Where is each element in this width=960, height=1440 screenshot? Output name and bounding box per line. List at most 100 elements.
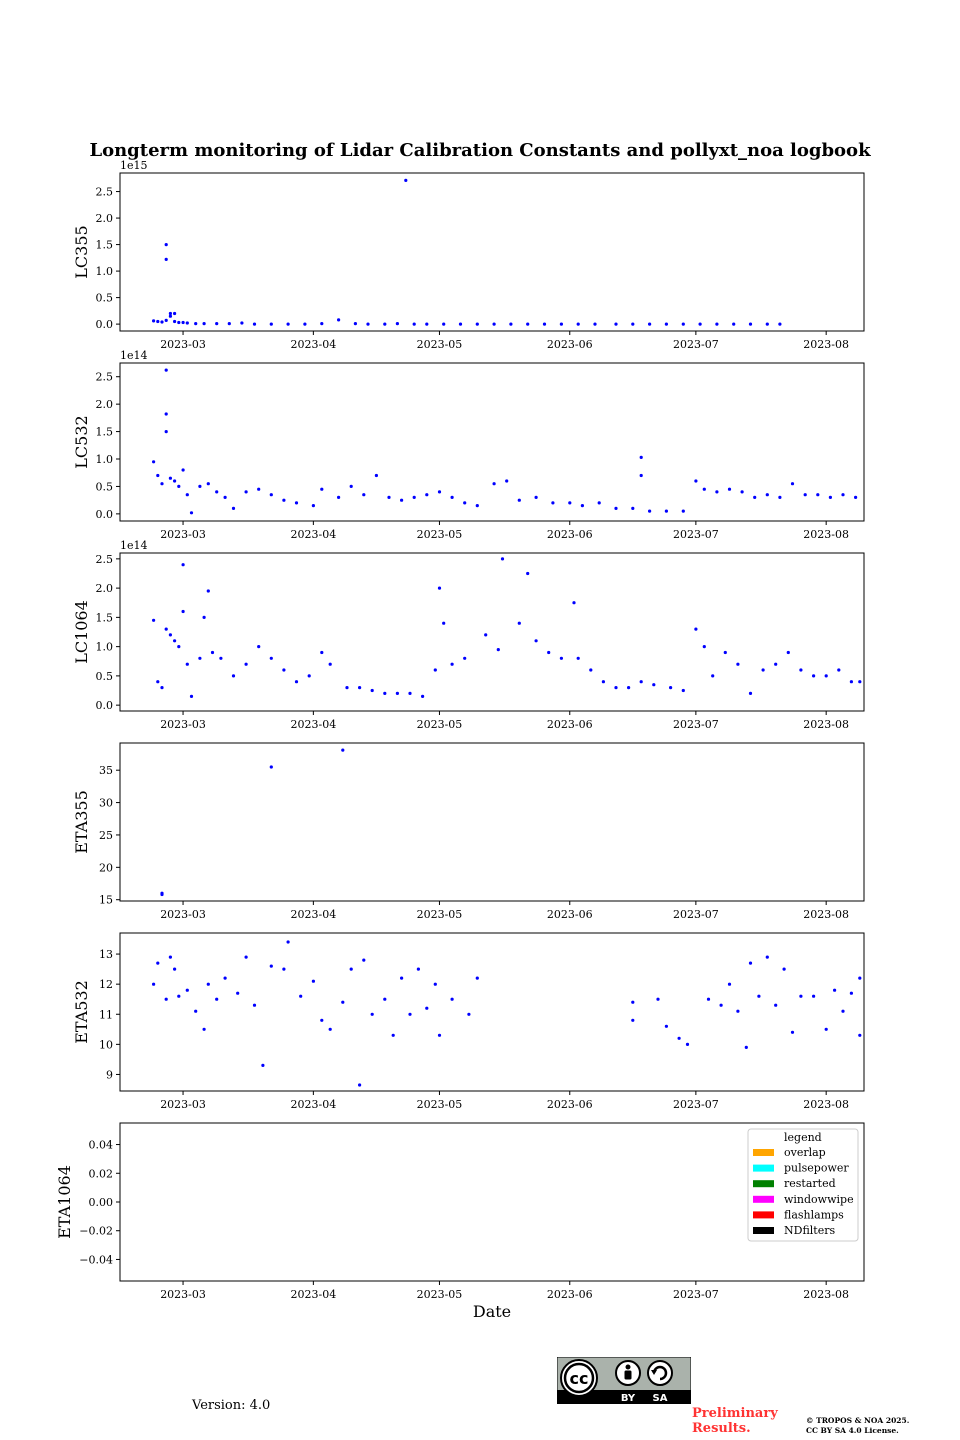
data-point bbox=[681, 322, 685, 326]
data-point bbox=[450, 495, 454, 499]
data-point bbox=[627, 686, 631, 690]
data-point bbox=[164, 243, 168, 247]
y-tick-label: −0.04 bbox=[79, 1253, 113, 1266]
x-tick-label: 2023-04 bbox=[290, 1098, 336, 1111]
data-point bbox=[534, 639, 538, 643]
y-tick-label: 1.5 bbox=[96, 611, 114, 624]
data-point bbox=[450, 662, 454, 666]
data-point bbox=[526, 322, 530, 326]
legend-swatch-windowwipe bbox=[753, 1195, 774, 1203]
x-tick-label: 2023-07 bbox=[673, 528, 719, 541]
data-point bbox=[858, 680, 862, 684]
y-tick-label: 30 bbox=[99, 797, 113, 810]
data-point bbox=[294, 680, 299, 684]
data-point bbox=[593, 322, 597, 326]
data-point bbox=[202, 1027, 206, 1031]
y-axis-label: LC355 bbox=[72, 225, 91, 278]
data-point bbox=[341, 1000, 345, 1004]
data-point bbox=[614, 686, 618, 690]
x-tick-label: 2023-05 bbox=[417, 528, 463, 541]
data-point bbox=[505, 479, 509, 483]
data-point bbox=[257, 645, 261, 649]
y-tick-label: 0.04 bbox=[89, 1139, 114, 1152]
data-point bbox=[173, 479, 177, 483]
data-point bbox=[160, 891, 164, 895]
data-point bbox=[702, 645, 706, 649]
data-point bbox=[269, 964, 273, 968]
y-tick-label: 9 bbox=[106, 1068, 113, 1081]
y-tick-label: 15 bbox=[99, 894, 113, 907]
data-point bbox=[320, 650, 324, 655]
data-point bbox=[732, 322, 736, 326]
data-point bbox=[517, 621, 521, 625]
data-point bbox=[164, 412, 168, 416]
data-point bbox=[580, 504, 585, 508]
data-point bbox=[152, 319, 156, 323]
data-point bbox=[774, 662, 778, 666]
data-point bbox=[828, 495, 833, 499]
data-point bbox=[698, 322, 702, 326]
x-tick-label: 2023-08 bbox=[803, 908, 849, 921]
data-point bbox=[433, 668, 437, 672]
data-point bbox=[753, 495, 757, 499]
data-point bbox=[816, 493, 820, 497]
data-point bbox=[236, 991, 240, 995]
legend-title: legend bbox=[784, 1131, 822, 1144]
data-point bbox=[257, 487, 261, 491]
data-point bbox=[782, 967, 786, 971]
x-tick-label: 2023-05 bbox=[417, 1098, 463, 1111]
data-point bbox=[500, 557, 505, 561]
y-tick-label: 0.0 bbox=[96, 699, 114, 712]
data-point bbox=[244, 490, 248, 494]
x-axis-label: Date bbox=[473, 1302, 511, 1321]
y-tick-label: 2.5 bbox=[96, 186, 114, 199]
data-point bbox=[559, 322, 564, 326]
data-point bbox=[227, 322, 231, 326]
data-point bbox=[854, 495, 858, 499]
data-point bbox=[164, 257, 168, 261]
data-point bbox=[252, 1003, 257, 1007]
data-point bbox=[799, 668, 803, 672]
data-point bbox=[198, 656, 202, 660]
copyright-line-2: CC BY SA 4.0 License. bbox=[806, 1426, 899, 1435]
data-point bbox=[639, 680, 643, 684]
data-point bbox=[841, 493, 845, 497]
data-point bbox=[723, 650, 727, 655]
data-point bbox=[412, 322, 416, 326]
data-point bbox=[370, 688, 374, 693]
data-point bbox=[765, 955, 769, 959]
data-point bbox=[320, 1018, 324, 1022]
data-point bbox=[547, 650, 551, 655]
data-point bbox=[206, 482, 210, 486]
legend-swatch-NDfilters bbox=[753, 1227, 774, 1234]
y-tick-label: 25 bbox=[99, 829, 113, 842]
y-tick-label: −0.02 bbox=[79, 1225, 113, 1238]
data-point bbox=[458, 322, 463, 326]
data-point bbox=[307, 674, 311, 678]
data-point bbox=[206, 982, 210, 986]
data-point bbox=[173, 319, 177, 324]
data-point bbox=[496, 648, 500, 652]
x-tick-label: 2023-04 bbox=[290, 908, 336, 921]
data-point bbox=[433, 982, 437, 986]
x-tick-label: 2023-06 bbox=[547, 528, 593, 541]
data-point bbox=[748, 961, 753, 965]
data-point bbox=[311, 979, 315, 983]
data-point bbox=[572, 601, 576, 605]
axes-frame bbox=[119, 742, 865, 902]
data-point bbox=[391, 1033, 395, 1037]
by-person-icon bbox=[615, 1360, 641, 1386]
data-point bbox=[568, 501, 572, 505]
data-point bbox=[383, 997, 387, 1001]
data-point bbox=[374, 473, 378, 478]
y-offset-label: 1e14 bbox=[120, 349, 148, 362]
legend-swatch-restarted bbox=[753, 1180, 774, 1188]
data-point bbox=[824, 674, 828, 678]
axes-frame bbox=[119, 932, 865, 1092]
y-tick-label: 12 bbox=[99, 978, 113, 991]
x-tick-label: 2023-04 bbox=[290, 718, 336, 731]
y-tick-label: 0.00 bbox=[89, 1196, 114, 1209]
preliminary-line-1: Preliminary bbox=[692, 1406, 778, 1421]
x-tick-label: 2023-07 bbox=[673, 1098, 719, 1111]
data-point bbox=[215, 490, 219, 494]
